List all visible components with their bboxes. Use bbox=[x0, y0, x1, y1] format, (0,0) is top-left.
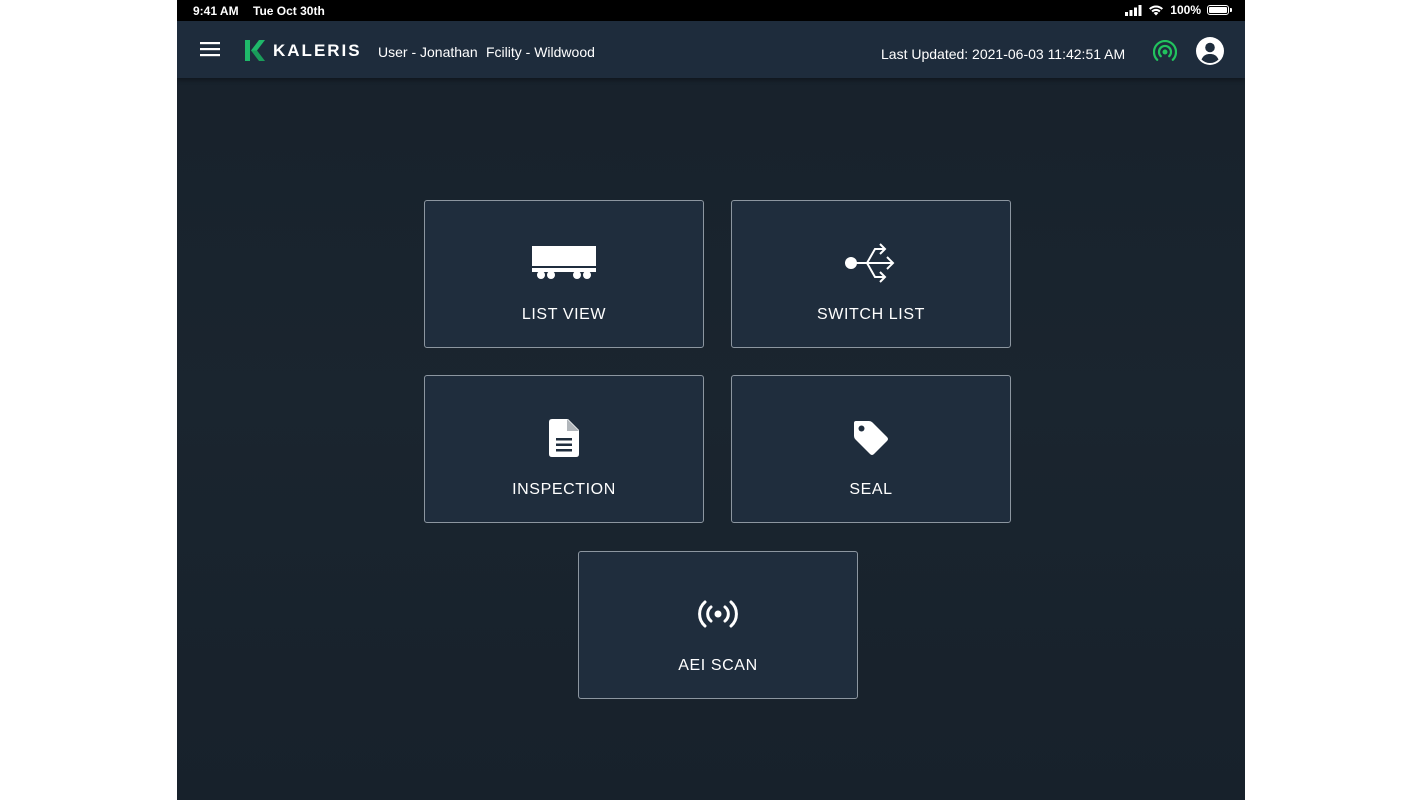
cellular-signal-icon bbox=[1125, 4, 1142, 16]
user-label: User - Jonathan bbox=[378, 44, 478, 60]
facility-label: Fcility - Wildwood bbox=[486, 44, 595, 60]
inspection-tile[interactable]: INSPECTION bbox=[424, 375, 704, 523]
radio-signal-icon bbox=[683, 594, 753, 634]
last-updated-label: Last Updated: 2021-06-03 11:42:51 AM bbox=[881, 46, 1126, 62]
railcar-icon bbox=[529, 243, 599, 283]
status-time: 9:41 AM bbox=[193, 4, 239, 18]
kaleris-logo: KALERIS bbox=[245, 40, 362, 61]
seal-label: SEAL bbox=[849, 481, 893, 498]
status-indicators: 100% bbox=[1125, 3, 1232, 17]
list-view-tile[interactable]: LIST VIEW bbox=[424, 200, 704, 348]
seal-tile[interactable]: SEAL bbox=[731, 375, 1011, 523]
kaleris-k-icon bbox=[245, 40, 265, 61]
brand-name: KALERIS bbox=[273, 40, 362, 60]
status-date: Tue Oct 30th bbox=[253, 4, 325, 18]
tablet-screen: 9:41 AM Tue Oct 30th 100% KALERIS User -… bbox=[177, 0, 1245, 800]
inspection-label: INSPECTION bbox=[512, 481, 616, 498]
usb-switch-icon bbox=[836, 243, 906, 283]
connection-status-icon[interactable] bbox=[1153, 40, 1177, 64]
tag-icon bbox=[836, 418, 906, 458]
wifi-icon bbox=[1149, 5, 1164, 16]
app-header: KALERIS User - Jonathan Fcility - Wildwo… bbox=[177, 21, 1245, 78]
account-circle-icon[interactable] bbox=[1195, 36, 1225, 66]
battery-icon bbox=[1207, 5, 1232, 15]
document-icon bbox=[529, 418, 599, 458]
list-view-label: LIST VIEW bbox=[521, 306, 607, 323]
switch-list-label: SWITCH LIST bbox=[817, 306, 925, 323]
switch-list-tile[interactable]: SWITCH LIST bbox=[731, 200, 1011, 348]
aei-scan-label: AEI SCAN bbox=[678, 657, 758, 674]
aei-scan-tile[interactable]: AEI SCAN bbox=[578, 551, 858, 699]
status-bar: 9:41 AM Tue Oct 30th 100% bbox=[177, 0, 1245, 21]
hamburger-menu-icon[interactable] bbox=[199, 39, 221, 59]
battery-percent: 100% bbox=[1170, 3, 1201, 17]
